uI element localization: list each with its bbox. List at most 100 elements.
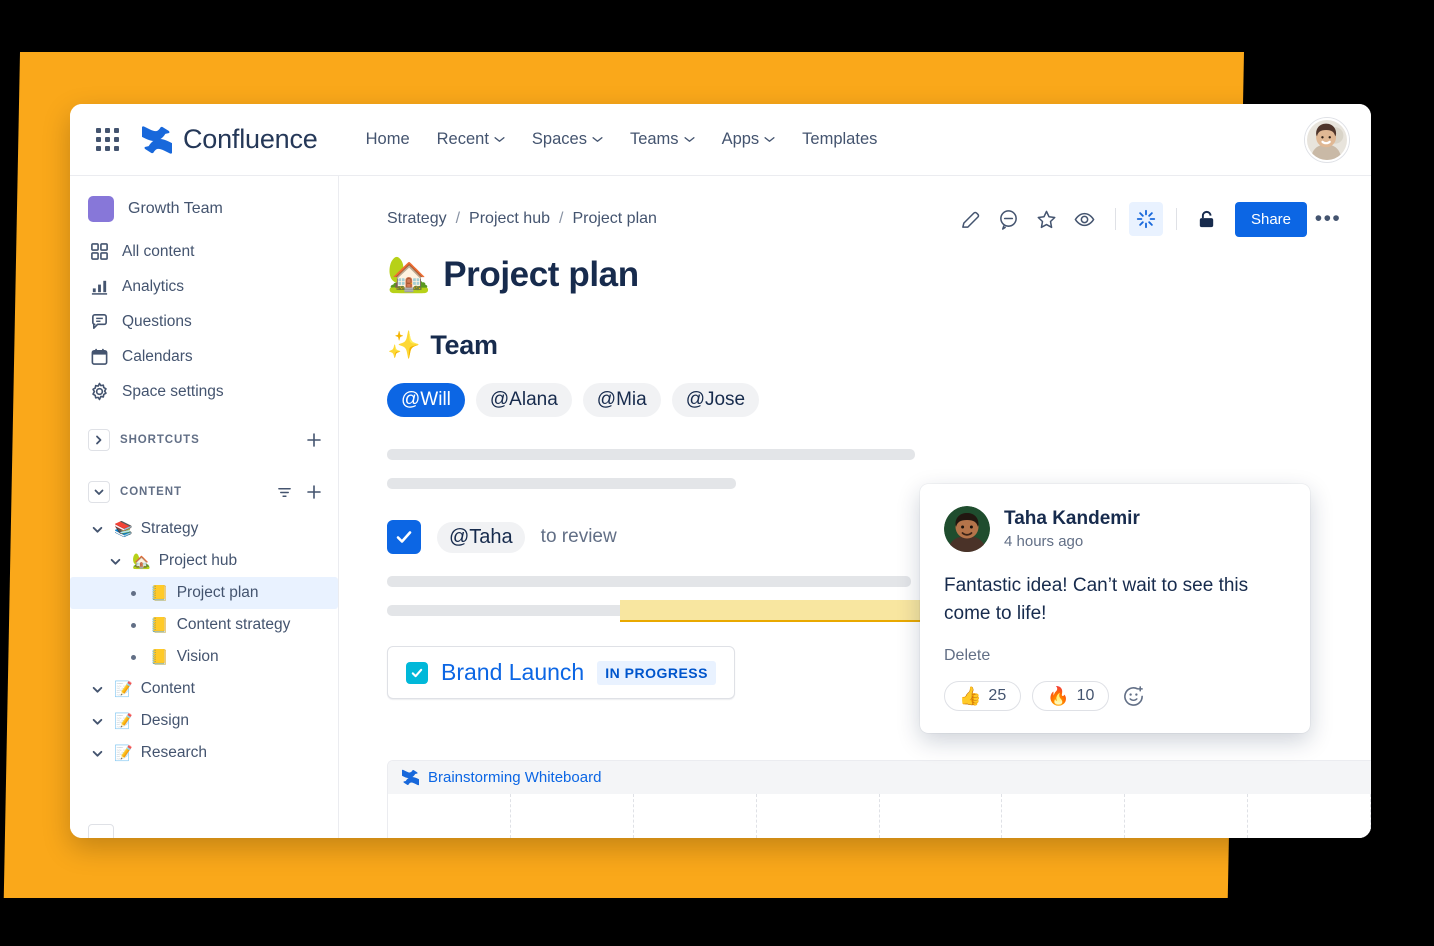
- content-collapse-toggle[interactable]: [88, 481, 110, 503]
- atlassian-intelligence-button[interactable]: [1128, 202, 1163, 236]
- reaction-fire[interactable]: 🔥 10: [1032, 681, 1110, 712]
- mention-chip-will[interactable]: @Will: [387, 383, 465, 417]
- chevron-down-icon: [683, 137, 695, 142]
- nav-item-label: Home: [365, 130, 410, 148]
- page-emoji-icon: 📒: [150, 616, 169, 634]
- star-button[interactable]: [1030, 202, 1064, 236]
- mention-chip-alana[interactable]: @Alana: [475, 383, 572, 417]
- chevron-down-icon[interactable]: [88, 712, 106, 730]
- nav-item-teams[interactable]: Teams: [620, 122, 705, 157]
- edit-button[interactable]: [954, 202, 988, 236]
- breadcrumb-separator: /: [558, 210, 564, 227]
- whiteboard-cell: [1002, 794, 1126, 838]
- watch-button[interactable]: [1068, 202, 1102, 236]
- confluence-brand[interactable]: Confluence: [142, 124, 318, 155]
- share-button[interactable]: Share: [1234, 201, 1307, 237]
- nav-item-spaces[interactable]: Spaces: [522, 122, 613, 157]
- sidebar-item-space-settings[interactable]: Space settings: [70, 374, 338, 409]
- comment-button[interactable]: [992, 202, 1026, 236]
- toolbar-divider: [1114, 208, 1116, 230]
- nav-item-home[interactable]: Home: [356, 122, 420, 157]
- sidebar-item-all-content[interactable]: All content: [70, 234, 338, 269]
- placeholder-text-line: [387, 576, 911, 587]
- nav-item-label: Spaces: [531, 130, 587, 148]
- tree-item-project-hub[interactable]: 🏡 Project hub: [70, 545, 338, 577]
- fire-icon: 🔥: [1047, 686, 1070, 707]
- shortcuts-expand-toggle[interactable]: [88, 429, 110, 451]
- more-actions-button[interactable]: •••: [1311, 202, 1345, 236]
- page-header-bar: Strategy / Project hub / Project plan Sh…: [339, 176, 1371, 240]
- whiteboard-cell: [1125, 794, 1249, 838]
- sidebar-item-label: Questions: [122, 312, 192, 330]
- nav-item-templates[interactable]: Templates: [792, 122, 887, 157]
- space-header[interactable]: Growth Team: [70, 190, 338, 228]
- mention-chip-jose[interactable]: @Jose: [671, 383, 760, 417]
- inline-smart-card-brand-launch[interactable]: Brand Launch IN PROGRESS: [387, 646, 735, 699]
- chevron-down-icon[interactable]: [88, 744, 106, 762]
- page-emoji-icon: 📚: [114, 520, 133, 538]
- tree-item-label: Vision: [176, 648, 219, 665]
- add-shortcut-button[interactable]: [304, 430, 324, 450]
- chevron-down-icon[interactable]: [106, 552, 124, 570]
- app-switcher-icon[interactable]: [90, 123, 124, 157]
- section-emoji-icon: ✨: [387, 330, 421, 360]
- inline-comment-popover: Taha Kandemir 4 hours ago Fantastic idea…: [920, 484, 1310, 734]
- chevron-down-icon: [764, 137, 775, 142]
- inline-card-checkbox[interactable]: [406, 661, 428, 684]
- breadcrumb-item-project-plan[interactable]: Project plan: [572, 210, 657, 228]
- tree-item-strategy[interactable]: 📚 Strategy: [70, 513, 338, 545]
- task-mention-taha[interactable]: @Taha: [437, 521, 525, 553]
- mention-chip-mia[interactable]: @Mia: [582, 383, 661, 417]
- lock-icon: [1200, 210, 1214, 227]
- comment-author-avatar[interactable]: [944, 506, 990, 552]
- tree-item-label: Project plan: [176, 584, 259, 601]
- sidebar-item-analytics[interactable]: Analytics: [70, 269, 338, 304]
- breadcrumb: Strategy / Project hub / Project plan: [387, 210, 657, 228]
- bullet-icon: [124, 654, 142, 660]
- tree-item-content-strategy[interactable]: 📒 Content strategy: [70, 609, 338, 641]
- task-checkbox[interactable]: [387, 520, 421, 554]
- tree-item-research[interactable]: 📝 Research: [70, 737, 338, 769]
- inline-card-title: Brand Launch: [441, 659, 585, 685]
- sidebar-item-questions[interactable]: Questions: [70, 304, 338, 339]
- whiteboard-cell: [757, 794, 880, 838]
- nav-item-apps[interactable]: Apps: [712, 122, 786, 157]
- status-badge: IN PROGRESS: [597, 660, 716, 685]
- restrictions-button[interactable]: [1190, 202, 1224, 236]
- delete-comment-button[interactable]: Delete: [944, 647, 1286, 665]
- breadcrumb-item-strategy[interactable]: Strategy: [387, 210, 447, 228]
- tree-item-project-plan[interactable]: 📒 Project plan: [70, 577, 338, 609]
- page-emoji-icon: 📒: [150, 584, 169, 602]
- comment-author-meta: Taha Kandemir 4 hours ago: [1004, 508, 1140, 550]
- tree-item-label: Project hub: [158, 552, 238, 569]
- avatar-image: [1307, 119, 1347, 160]
- sidebar-item-calendars[interactable]: Calendars: [70, 339, 338, 374]
- breadcrumb-separator: /: [455, 210, 461, 227]
- tree-item-content[interactable]: 📝 Content: [70, 673, 338, 705]
- tree-item-label: Design: [140, 712, 189, 729]
- sidebar-collapse-button[interactable]: [88, 824, 114, 838]
- filter-icon[interactable]: [274, 482, 294, 502]
- sidebar-item-label: Analytics: [122, 277, 185, 295]
- reaction-count: 25: [988, 687, 1007, 705]
- whiteboard-embed[interactable]: Brainstorming Whiteboard: [387, 760, 1371, 838]
- add-content-button[interactable]: [304, 482, 324, 502]
- tree-item-label: Content: [140, 680, 195, 697]
- nav-item-recent[interactable]: Recent: [427, 122, 515, 157]
- plus-icon: [307, 485, 321, 499]
- toolbar-divider: [1175, 208, 1177, 230]
- comment-header: Taha Kandemir 4 hours ago: [944, 506, 1286, 552]
- add-reaction-icon[interactable]: [1120, 683, 1146, 709]
- comment-icon: [1000, 209, 1018, 230]
- comment-author-name: Taha Kandemir: [1004, 508, 1140, 529]
- chevron-down-icon[interactable]: [88, 520, 106, 538]
- breadcrumb-item-project-hub[interactable]: Project hub: [469, 210, 550, 228]
- primary-nav-links: Home Recent Spaces Teams Apps Templates: [356, 122, 888, 157]
- tree-item-design[interactable]: 📝 Design: [70, 705, 338, 737]
- tree-item-vision[interactable]: 📒 Vision: [70, 641, 338, 673]
- chevron-down-icon[interactable]: [88, 680, 106, 698]
- avatar[interactable]: [1305, 117, 1349, 162]
- plus-icon: [307, 433, 321, 447]
- gear-icon: [92, 382, 107, 401]
- reaction-thumbs-up[interactable]: 👍 25: [944, 681, 1022, 712]
